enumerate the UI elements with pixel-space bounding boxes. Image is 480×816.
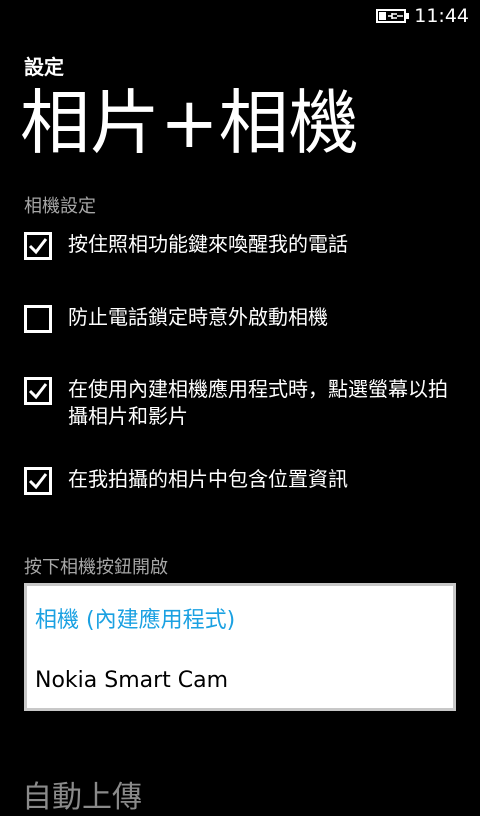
- location-info-label: 在我拍攝的相片中包含位置資訊: [68, 467, 348, 491]
- checkmark-icon: [28, 473, 48, 490]
- battery-charging-icon: [376, 9, 409, 23]
- checkmark-icon: [28, 238, 48, 255]
- status-bar: 11:44: [0, 0, 480, 32]
- list-option-builtin-camera[interactable]: 相機 (內建應用程式): [35, 602, 235, 634]
- checkmark-icon: [28, 383, 48, 400]
- prevent-launch-label: 防止電話鎖定時意外啟動相機: [68, 305, 328, 329]
- wake-phone-option[interactable]: 按住照相功能鍵來喚醒我的電話: [24, 232, 460, 260]
- prevent-launch-checkbox[interactable]: [24, 305, 52, 333]
- list-option-nokia-smart-cam[interactable]: Nokia Smart Cam: [35, 668, 228, 693]
- auto-upload-section-title: 自動上傳: [22, 780, 142, 815]
- camera-settings-label: 相機設定: [24, 196, 96, 217]
- clock: 11:44: [414, 5, 469, 27]
- location-info-option[interactable]: 在我拍攝的相片中包含位置資訊: [24, 467, 460, 495]
- page-title: 相片+相機: [20, 82, 359, 164]
- app-title: 設定: [24, 55, 64, 79]
- location-info-checkbox[interactable]: [24, 467, 52, 495]
- camera-app-listbox[interactable]: 相機 (內建應用程式) Nokia Smart Cam: [24, 583, 456, 711]
- wake-phone-checkbox[interactable]: [24, 232, 52, 260]
- wake-phone-label: 按住照相功能鍵來喚醒我的電話: [68, 232, 348, 256]
- tap-to-capture-option[interactable]: 在使用內建相機應用程式時，點選螢幕以拍攝相片和影片: [24, 377, 460, 430]
- tap-to-capture-label: 在使用內建相機應用程式時，點選螢幕以拍攝相片和影片: [68, 377, 448, 428]
- tap-to-capture-checkbox[interactable]: [24, 377, 52, 405]
- camera-button-label: 按下相機按鈕開啟: [24, 557, 168, 578]
- prevent-launch-option[interactable]: 防止電話鎖定時意外啟動相機: [24, 305, 460, 333]
